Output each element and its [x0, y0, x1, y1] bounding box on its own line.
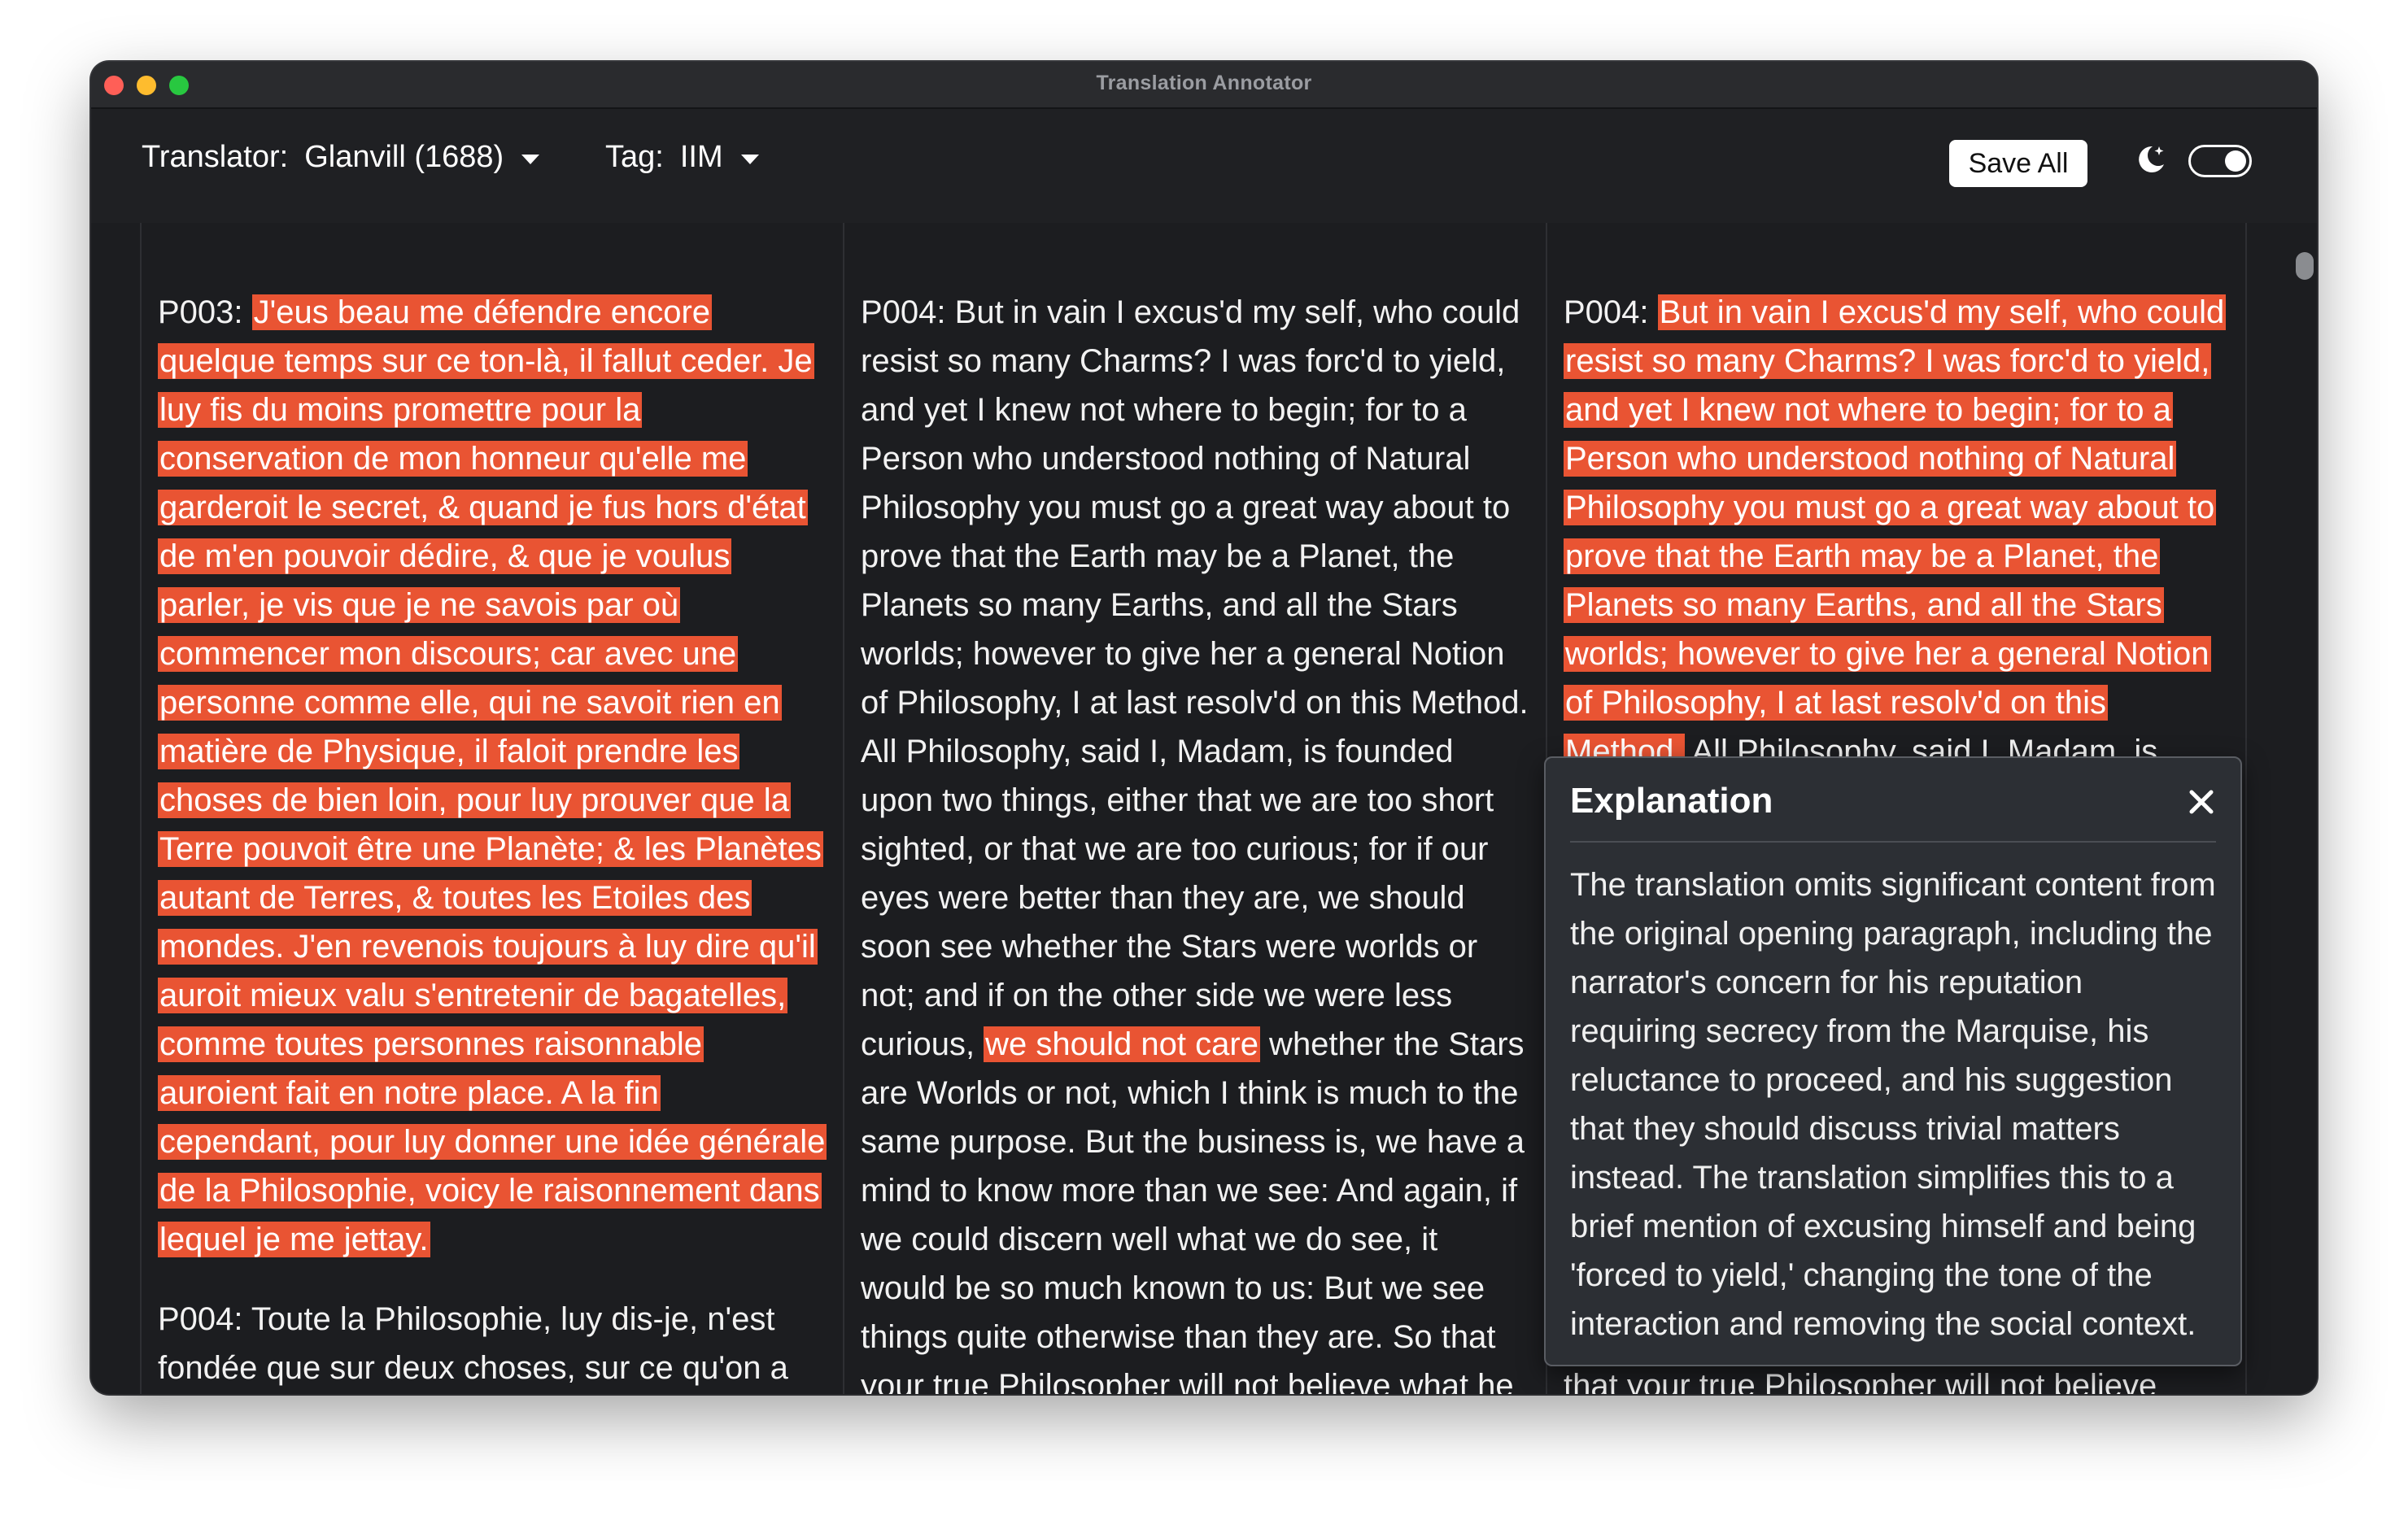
divider: [1570, 841, 2216, 843]
column-text: P004: But in vain I excus'd my self, who…: [861, 288, 1529, 1394]
dark-mode-toggle[interactable]: [2188, 145, 2252, 177]
paragraph: P003: J'eus beau me défendre encore quel…: [158, 288, 827, 1264]
save-all-button[interactable]: Save All: [1949, 140, 2087, 187]
highlighted-segment[interactable]: But in vain I excus'd my self, who could…: [1564, 294, 2227, 769]
text-segment: P003:: [158, 294, 252, 330]
paragraph: P004: But in vain I excus'd my self, who…: [861, 288, 1529, 1394]
popover-title: Explanation: [1570, 781, 1773, 821]
text-segment: whether the Stars are Worlds or not, whi…: [861, 1026, 1525, 1394]
paragraph: P004: Toute la Philosophie, luy dis-je, …: [158, 1295, 827, 1392]
text-segment: P004: But in vain I excus'd my self, who…: [861, 294, 1529, 1062]
translator-value[interactable]: Glanvill (1688): [304, 140, 504, 175]
translator-select[interactable]: Translator: Glanvill (1688): [142, 140, 540, 175]
text-segment: P004:: [1564, 294, 1658, 330]
tag-select[interactable]: Tag: IIM: [605, 140, 759, 175]
toggle-knob: [2225, 150, 2246, 172]
highlighted-segment[interactable]: J'eus beau me défendre encore quelque te…: [158, 294, 827, 1257]
column-text: P003: J'eus beau me défendre encore quel…: [158, 288, 827, 1394]
title-bar: Translation Annotator: [91, 62, 2317, 109]
tag-label: Tag:: [605, 140, 664, 174]
toolbar: Translator: Glanvill (1688) Tag: IIM Sav…: [91, 109, 2317, 223]
column-original: P003: J'eus beau me défendre encore quel…: [140, 223, 841, 1394]
app-window: Translation Annotator Translator: Glanvi…: [91, 62, 2317, 1394]
popover-body: The translation omits significant conten…: [1570, 867, 2216, 1342]
text-segment: P004: Toute la Philosophie, luy dis-je, …: [158, 1301, 788, 1386]
highlighted-segment[interactable]: we should not care: [984, 1026, 1260, 1062]
column-translation: P004: But in vain I excus'd my self, who…: [843, 223, 1544, 1394]
translator-label: Translator:: [142, 140, 289, 174]
chevron-down-icon[interactable]: [521, 154, 540, 164]
moon-icon: [2139, 146, 2164, 172]
scrollbar-thumb[interactable]: [2296, 252, 2314, 280]
close-icon[interactable]: [2187, 787, 2216, 817]
explanation-popover: Explanation The translation omits signif…: [1544, 756, 2242, 1366]
window-title: Translation Annotator: [1096, 72, 1312, 94]
tag-value[interactable]: IIM: [680, 140, 723, 175]
chevron-down-icon[interactable]: [740, 154, 759, 164]
